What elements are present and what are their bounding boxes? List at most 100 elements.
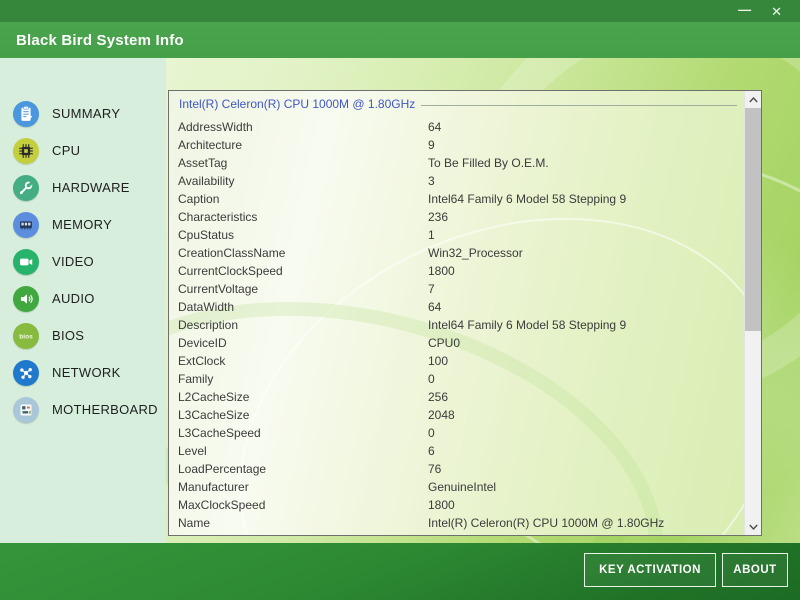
property-row: L3CacheSize2048 xyxy=(170,406,743,424)
group-divider xyxy=(421,105,737,106)
property-value: 2048 xyxy=(428,408,743,422)
property-name: AddressWidth xyxy=(170,120,428,134)
property-name: AssetTag xyxy=(170,156,428,170)
property-row: CpuStatus1 xyxy=(170,226,743,244)
property-row: ExtClock100 xyxy=(170,352,743,370)
sidebar-item-label: HARDWARE xyxy=(52,180,130,195)
sidebar-item-label: CPU xyxy=(52,143,80,158)
property-value: 1800 xyxy=(428,498,743,512)
property-value: 76 xyxy=(428,462,743,476)
property-list: AddressWidth64Architecture9AssetTagTo Be… xyxy=(170,118,743,532)
network-icon xyxy=(13,360,39,386)
cpu-group-title: Intel(R) Celeron(R) CPU 1000M @ 1.80GHz xyxy=(179,97,421,111)
property-row: Family0 xyxy=(170,370,743,388)
property-value: Intel64 Family 6 Model 58 Stepping 9 xyxy=(428,192,743,206)
property-value: CPU0 xyxy=(428,336,743,350)
property-name: L2CacheSize xyxy=(170,390,428,404)
property-row: Availability3 xyxy=(170,172,743,190)
property-row: DescriptionIntel64 Family 6 Model 58 Ste… xyxy=(170,316,743,334)
ram-icon xyxy=(13,212,39,238)
sidebar-item-audio[interactable]: AUDIO xyxy=(0,280,166,317)
property-value: 1 xyxy=(428,228,743,242)
property-name: MaxClockSpeed xyxy=(170,498,428,512)
titlebar: — ✕ xyxy=(0,0,800,22)
property-name: Level xyxy=(170,444,428,458)
property-name: L3CacheSpeed xyxy=(170,426,428,440)
property-value: 7 xyxy=(428,282,743,296)
sidebar-item-label: VIDEO xyxy=(52,254,94,269)
sidebar-item-bios[interactable]: bios BIOS xyxy=(0,317,166,354)
sidebar-item-motherboard[interactable]: MOTHERBOARD xyxy=(0,391,166,428)
scroll-down-button[interactable] xyxy=(745,518,762,535)
property-name: DataWidth xyxy=(170,300,428,314)
property-name: CurrentClockSpeed xyxy=(170,264,428,278)
footer-bar: KEY ACTIVATION ABOUT xyxy=(0,543,800,600)
property-name: CreationClassName xyxy=(170,246,428,260)
property-row: CaptionIntel64 Family 6 Model 58 Steppin… xyxy=(170,190,743,208)
property-row: Characteristics236 xyxy=(170,208,743,226)
speaker-icon xyxy=(13,286,39,312)
property-row: NameIntel(R) Celeron(R) CPU 1000M @ 1.80… xyxy=(170,514,743,532)
property-row: AssetTagTo Be Filled By O.E.M. xyxy=(170,154,743,172)
property-value: Win32_Processor xyxy=(428,246,743,260)
property-row: CreationClassNameWin32_Processor xyxy=(170,244,743,262)
key-activation-button[interactable]: KEY ACTIVATION xyxy=(584,553,716,587)
cpu-group-header: Intel(R) Celeron(R) CPU 1000M @ 1.80GHz xyxy=(179,97,737,111)
property-value: Intel64 Family 6 Model 58 Stepping 9 xyxy=(428,318,743,332)
property-value: 236 xyxy=(428,210,743,224)
property-name: ExtClock xyxy=(170,354,428,368)
property-value: 64 xyxy=(428,120,743,134)
property-name: Manufacturer xyxy=(170,480,428,494)
sidebar-item-label: SUMMARY xyxy=(52,106,120,121)
property-name: Characteristics xyxy=(170,210,428,224)
property-name: Family xyxy=(170,372,428,386)
about-button[interactable]: ABOUT xyxy=(722,553,788,587)
scroll-up-button[interactable] xyxy=(745,91,762,108)
minimize-button[interactable]: — xyxy=(738,3,751,16)
property-name: Name xyxy=(170,516,428,530)
property-row: CurrentClockSpeed1800 xyxy=(170,262,743,280)
sidebar-item-cpu[interactable]: CPU xyxy=(0,132,166,169)
property-value: 1800 xyxy=(428,264,743,278)
property-row: Architecture9 xyxy=(170,136,743,154)
property-value: 9 xyxy=(428,138,743,152)
motherboard-icon xyxy=(13,397,39,423)
bios-icon: bios xyxy=(13,323,39,349)
sidebar: SUMMARY CPU HARDWARE MEMORY VIDEO AUDIO bios BI… xyxy=(0,58,166,543)
property-row: Level6 xyxy=(170,442,743,460)
property-name: CurrentVoltage xyxy=(170,282,428,296)
property-row: ManufacturerGenuineIntel xyxy=(170,478,743,496)
sidebar-item-video[interactable]: VIDEO xyxy=(0,243,166,280)
property-name: Caption xyxy=(170,192,428,206)
property-name: Architecture xyxy=(170,138,428,152)
vertical-scrollbar[interactable] xyxy=(744,91,761,535)
sidebar-item-label: BIOS xyxy=(52,328,84,343)
property-row: LoadPercentage76 xyxy=(170,460,743,478)
property-value: 6 xyxy=(428,444,743,458)
property-value: 0 xyxy=(428,426,743,440)
sidebar-item-label: NETWORK xyxy=(52,365,121,380)
sidebar-item-memory[interactable]: MEMORY xyxy=(0,206,166,243)
video-camera-icon xyxy=(13,249,39,275)
sidebar-item-network[interactable]: NETWORK xyxy=(0,354,166,391)
scrollbar-thumb[interactable] xyxy=(745,108,761,331)
property-value: 64 xyxy=(428,300,743,314)
property-name: DeviceID xyxy=(170,336,428,350)
sidebar-item-summary[interactable]: SUMMARY xyxy=(0,95,166,132)
app-title: Black Bird System Info xyxy=(16,32,184,49)
property-value: GenuineIntel xyxy=(428,480,743,494)
property-name: LoadPercentage xyxy=(170,462,428,476)
sidebar-item-hardware[interactable]: HARDWARE xyxy=(0,169,166,206)
property-row: DeviceIDCPU0 xyxy=(170,334,743,352)
property-row: L3CacheSpeed0 xyxy=(170,424,743,442)
sidebar-item-label: MOTHERBOARD xyxy=(52,402,158,417)
app-window: — ✕ Black Bird System Info SUMMARY CPU HAR… xyxy=(0,0,800,600)
app-header: Black Bird System Info xyxy=(0,22,800,58)
clipboard-icon xyxy=(13,101,39,127)
chip-icon xyxy=(13,138,39,164)
cpu-details-panel: Intel(R) Celeron(R) CPU 1000M @ 1.80GHz … xyxy=(168,90,762,536)
property-row: DataWidth64 xyxy=(170,298,743,316)
property-row: CurrentVoltage7 xyxy=(170,280,743,298)
close-button[interactable]: ✕ xyxy=(771,5,782,18)
tools-icon xyxy=(13,175,39,201)
